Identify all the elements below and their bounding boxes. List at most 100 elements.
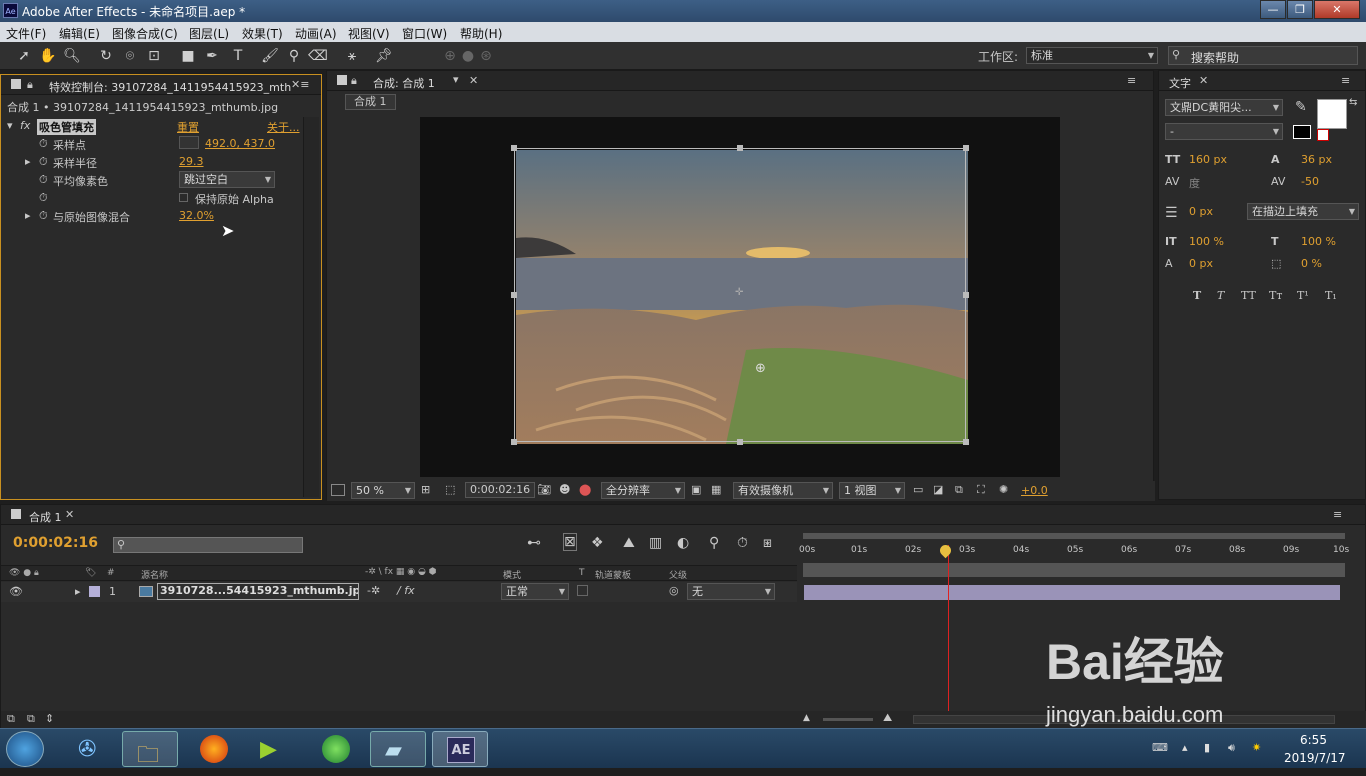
hand-tool-icon[interactable]: ✋: [38, 46, 58, 66]
menu-view[interactable]: 视图(V): [348, 25, 390, 42]
timeline-tab[interactable]: 合成 1: [29, 509, 62, 525]
comp-tab[interactable]: 合成: 合成 1: [373, 75, 435, 91]
blend-mode-select[interactable]: 正常: [501, 583, 569, 600]
pan-behind-tool-icon[interactable]: ⊡: [144, 46, 164, 66]
parent-select[interactable]: 无: [687, 583, 775, 600]
hide-shy-layers-icon[interactable]: ⛰: [623, 535, 635, 551]
zoom-tool-icon[interactable]: 🔍︎: [62, 46, 82, 66]
weather-icon[interactable]: ✷: [1252, 741, 1261, 754]
quality-and-fx-icon[interactable]: / fx: [397, 584, 415, 597]
transform-handle[interactable]: [511, 292, 517, 298]
network-icon[interactable]: ▮: [1204, 741, 1210, 754]
graph-editor-icon[interactable]: ⧆: [763, 535, 772, 551]
swap-colors-icon[interactable]: ⇆: [1349, 97, 1357, 108]
zoom-in-icon[interactable]: ⛰: [883, 711, 892, 725]
composition-mini-flowchart-icon[interactable]: ⊷: [527, 535, 541, 551]
label-color-swatch[interactable]: [89, 586, 100, 597]
expand-arrow-icon[interactable]: ▸: [75, 585, 81, 598]
workspace-select[interactable]: 标准: [1026, 47, 1158, 64]
playhead-line[interactable]: [947, 545, 949, 711]
stopwatch-icon[interactable]: ⏱︎: [39, 137, 48, 151]
brainstorm-icon[interactable]: ⚲: [709, 535, 719, 551]
notes-app[interactable]: ▰: [370, 731, 426, 767]
tab-close-icon[interactable]: ✕: [1199, 74, 1208, 87]
transform-handle[interactable]: [737, 439, 743, 445]
stroke-mode-select[interactable]: 在描边上填充: [1247, 203, 1359, 220]
transform-handle[interactable]: [737, 145, 743, 151]
zoom-select[interactable]: 50 %: [351, 482, 415, 499]
keep-alpha-checkbox[interactable]: [179, 193, 188, 202]
panel-menu-icon[interactable]: ≡: [1341, 74, 1350, 87]
stopwatch-icon[interactable]: ⏱︎: [39, 191, 48, 205]
transform-handle[interactable]: [511, 145, 517, 151]
color-channels-icon[interactable]: ⬤: [579, 483, 591, 496]
keyboard-icon[interactable]: ⌨: [1152, 741, 1168, 754]
transform-handle[interactable]: [963, 145, 969, 151]
resolution-select[interactable]: 全分辨率: [601, 482, 685, 499]
fx-icon[interactable]: fx: [20, 119, 30, 132]
menu-animation[interactable]: 动画(A): [295, 25, 337, 42]
about-link[interactable]: 关于...: [267, 119, 300, 135]
frame-blending-icon[interactable]: ▥: [649, 535, 662, 551]
kerning-value[interactable]: 度: [1189, 175, 1200, 191]
font-family-select[interactable]: 文鼎DC黄阳尖...: [1165, 99, 1283, 116]
browser-app[interactable]: [308, 731, 364, 767]
flowchart-icon[interactable]: ⛶: [977, 483, 985, 497]
stroke-width-value[interactable]: 0 px: [1189, 205, 1213, 218]
time-ruler[interactable]: 00s 01s 02s 03s 04s 05s 06s 07s 08s 09s …: [799, 529, 1351, 581]
leading-value[interactable]: 36 px: [1301, 153, 1332, 166]
selection-tool-icon[interactable]: ➚: [14, 46, 34, 66]
tab-close-icon[interactable]: ✕: [65, 508, 74, 521]
exposure-icon[interactable]: ✺: [999, 483, 1008, 496]
volume-icon[interactable]: 🔊︎: [1228, 741, 1235, 755]
camera-tool-icon[interactable]: ⌾: [120, 46, 140, 66]
shy-switch-icon[interactable]: -✲: [367, 584, 380, 597]
eyedropper-icon[interactable]: ✎: [1295, 99, 1307, 115]
grid-icon[interactable]: ⊞: [421, 483, 430, 496]
comp-subtab[interactable]: 合成 1: [345, 94, 396, 110]
layer-search-input[interactable]: ⚲: [113, 537, 303, 553]
transform-handle[interactable]: [963, 439, 969, 445]
start-button[interactable]: [6, 731, 44, 767]
stopwatch-icon[interactable]: ⏱︎: [39, 173, 48, 187]
pen-tool-icon[interactable]: ✒: [202, 46, 222, 66]
vertical-scale-value[interactable]: 100 %: [1189, 235, 1224, 248]
baseline-shift-value[interactable]: 0 px: [1189, 257, 1213, 270]
column-source-name[interactable]: 源名称: [141, 568, 168, 581]
small-caps-button[interactable]: Tт: [1269, 289, 1282, 302]
blend-value[interactable]: 32.0%: [179, 209, 214, 222]
camera-select[interactable]: 有效摄像机: [733, 482, 833, 499]
expand-layer-switches-icon[interactable]: ⧉: [7, 712, 15, 726]
view-layout-select[interactable]: 1 视图: [839, 482, 905, 499]
exposure-value[interactable]: +0.0: [1021, 484, 1048, 497]
timecode-display[interactable]: 0:00:02:16: [465, 482, 536, 498]
faux-bold-button[interactable]: T: [1193, 289, 1201, 302]
tab-close-icon[interactable]: ✕: [469, 74, 478, 87]
roto-brush-tool-icon[interactable]: ⚹: [342, 46, 362, 66]
work-area-range[interactable]: [803, 563, 1345, 577]
zoom-out-icon[interactable]: ▲: [803, 713, 810, 723]
menu-composition[interactable]: 图像合成(C): [112, 25, 178, 42]
layer-duration-bar[interactable]: [804, 585, 1340, 600]
tab-dropdown-icon[interactable]: ▾: [453, 73, 459, 86]
pickwhip-icon[interactable]: ◎: [669, 584, 679, 597]
minimize-button[interactable]: —: [1260, 0, 1286, 19]
faux-italic-button[interactable]: T: [1217, 289, 1224, 302]
help-search-box[interactable]: ⚲ 搜索帮助: [1168, 46, 1358, 65]
brush-tool-icon[interactable]: 🖌︎: [260, 46, 280, 66]
lock-icon[interactable]: 🔒︎: [27, 78, 33, 92]
sample-radius-value[interactable]: 29.3: [179, 155, 204, 168]
work-area-bar[interactable]: [803, 533, 1345, 539]
close-button[interactable]: ✕: [1314, 0, 1360, 19]
fill-color-swatch[interactable]: [1317, 99, 1347, 129]
always-preview-icon[interactable]: [331, 484, 345, 496]
character-tab[interactable]: 文字: [1169, 75, 1191, 91]
font-size-value[interactable]: 160 px: [1189, 153, 1227, 166]
effect-name[interactable]: 吸色管填充: [37, 119, 96, 135]
comp-viewer[interactable]: ⊕ ✛: [420, 117, 1060, 477]
stopwatch-icon[interactable]: ⏱︎: [39, 155, 48, 169]
rectangle-tool-icon[interactable]: ■: [178, 46, 198, 66]
menu-effect[interactable]: 效果(T): [242, 25, 283, 42]
zoom-slider[interactable]: [823, 718, 873, 721]
expand-arrow-icon[interactable]: ▸: [25, 209, 31, 222]
